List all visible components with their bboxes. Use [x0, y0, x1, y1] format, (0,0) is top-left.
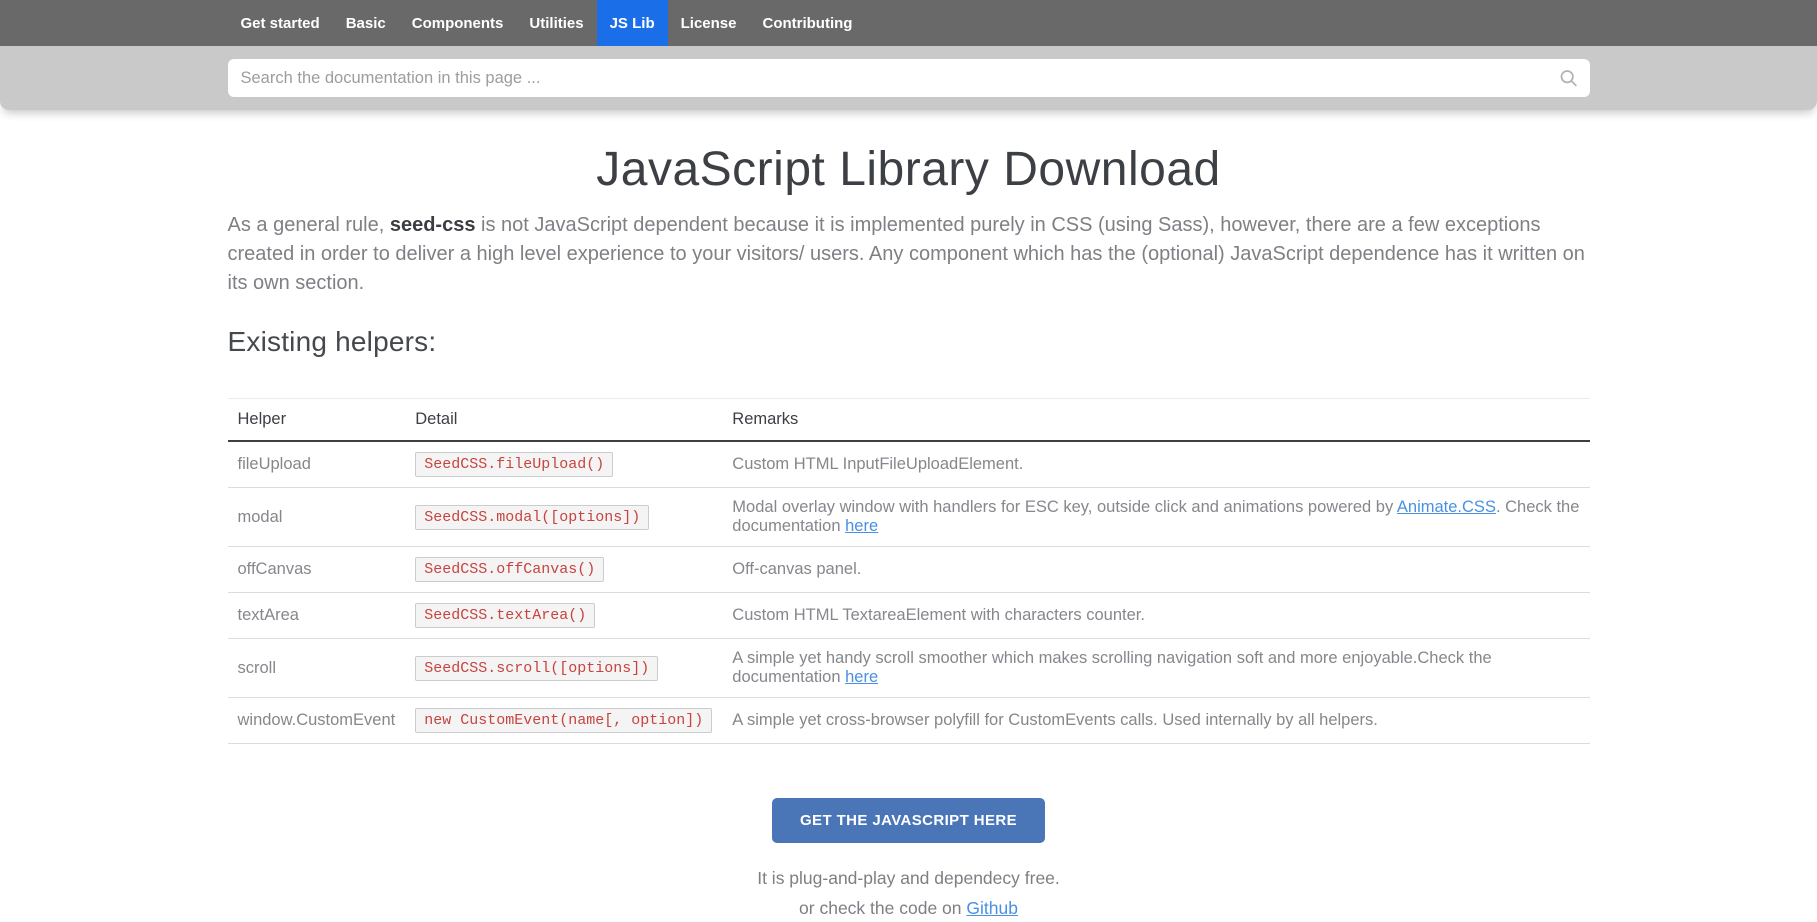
- detail-cell: SeedCSS.textArea(): [405, 592, 723, 639]
- search-icon[interactable]: [1558, 68, 1579, 89]
- helper-name-cell: textArea: [227, 592, 406, 639]
- remark-link[interactable]: here: [845, 668, 878, 686]
- remarks-cell: Modal overlay window with handlers for E…: [722, 487, 1590, 547]
- table-header-row: Helper Detail Remarks: [227, 398, 1590, 442]
- remark-text: Modal overlay window with handlers for E…: [732, 498, 1397, 516]
- code-snippet: SeedCSS.fileUpload(): [415, 452, 614, 477]
- code-snippet: SeedCSS.offCanvas(): [415, 557, 605, 582]
- column-header-remarks: Remarks: [722, 398, 1590, 442]
- code-snippet: SeedCSS.scroll([options]): [415, 655, 659, 681]
- cta-github-line: or check the code on Github: [228, 895, 1590, 921]
- seed-css-emphasis: seed-css: [389, 214, 476, 236]
- helper-name-cell: fileUpload: [227, 441, 406, 488]
- search-bar: [227, 59, 1590, 97]
- remark-text: Custom HTML InputFileUploadElement.: [732, 455, 1024, 473]
- nav-item-js-lib[interactable]: JS Lib: [596, 0, 668, 46]
- helper-name-cell: scroll: [227, 638, 406, 698]
- helper-name-cell: offCanvas: [227, 546, 406, 593]
- detail-cell: SeedCSS.scroll([options]): [405, 638, 723, 698]
- top-navigation: Get started Basic Components Utilities JS Li…: [0, 0, 1817, 46]
- cta-github-prefix: or check the code on: [799, 898, 967, 919]
- column-header-detail: Detail: [405, 398, 723, 442]
- intro-paragraph: As a general rule, seed-css is not JavaS…: [228, 211, 1590, 298]
- table-row: fileUpload SeedCSS.fileUpload() Custom HTM…: [227, 441, 1590, 488]
- remark-link[interactable]: Animate.CSS: [1397, 498, 1496, 516]
- table-row: textArea SeedCSS.textArea() Custom HTML Te…: [227, 592, 1590, 639]
- page-title: JavaScript Library Download: [596, 143, 1221, 196]
- intro-text-prefix: As a general rule,: [227, 214, 390, 236]
- search-input[interactable]: [227, 59, 1590, 97]
- detail-cell: SeedCSS.fileUpload(): [405, 441, 723, 488]
- nav-item-license[interactable]: License: [668, 0, 750, 46]
- column-header-helper: Helper: [227, 398, 406, 442]
- table-row: scroll SeedCSS.scroll([options]) A simple …: [227, 638, 1590, 698]
- code-snippet: SeedCSS.textArea(): [415, 603, 596, 628]
- code-snippet: SeedCSS.modal([options]): [415, 504, 650, 530]
- helper-name-cell: window.CustomEvent: [227, 697, 406, 744]
- nav-item-utilities[interactable]: Utilities: [516, 0, 596, 46]
- table-row: modal SeedCSS.modal([options]) Modal overl…: [227, 487, 1590, 547]
- table-row: offCanvas SeedCSS.offCanvas() Off-canvas p…: [227, 546, 1590, 593]
- section-heading: Existing helpers:: [227, 326, 437, 357]
- helpers-table: Helper Detail Remarks fileUpload SeedCSS.…: [227, 398, 1590, 744]
- remark-link[interactable]: here: [845, 517, 878, 535]
- cta-note: It is plug-and-play and dependecy free.: [757, 868, 1060, 888]
- remarks-cell: Off-canvas panel.: [722, 546, 1590, 593]
- code-snippet: new CustomEvent(name[, option]): [415, 708, 713, 733]
- cta-section: GET THE JAVASCRIPT HERE It is plug-and-p…: [228, 798, 1590, 922]
- search-band: [0, 46, 1817, 110]
- get-javascript-button[interactable]: GET THE JAVASCRIPT HERE: [771, 798, 1045, 843]
- nav-item-contributing[interactable]: Contributing: [749, 0, 865, 46]
- nav-item-get-started[interactable]: Get started: [228, 0, 333, 46]
- remarks-cell: A simple yet cross-browser polyfill for …: [722, 697, 1590, 744]
- nav-item-basic[interactable]: Basic: [333, 0, 399, 46]
- remark-text: Custom HTML TextareaElement with charact…: [732, 606, 1145, 624]
- remark-text: Off-canvas panel.: [732, 560, 862, 578]
- github-link[interactable]: Github: [966, 898, 1018, 918]
- remark-text: A simple yet cross-browser polyfill for …: [732, 711, 1378, 729]
- detail-cell: SeedCSS.modal([options]): [405, 487, 723, 547]
- helper-name-cell: modal: [227, 487, 406, 547]
- table-row: window.CustomEvent new CustomEvent(name[,…: [227, 697, 1590, 744]
- helpers-table-body: fileUpload SeedCSS.fileUpload() Custom HTM…: [227, 441, 1590, 744]
- remarks-cell: Custom HTML TextareaElement with charact…: [722, 592, 1590, 639]
- detail-cell: SeedCSS.offCanvas(): [405, 546, 723, 593]
- nav-item-components[interactable]: Components: [399, 0, 517, 46]
- main-content: JavaScript Library Download As a general…: [227, 142, 1590, 922]
- detail-cell: new CustomEvent(name[, option]): [405, 697, 723, 744]
- remarks-cell: Custom HTML InputFileUploadElement.: [722, 441, 1590, 488]
- remarks-cell: A simple yet handy scroll smoother which…: [722, 638, 1590, 698]
- nav-menu: Get started Basic Components Utilities JS Li…: [228, 0, 866, 46]
